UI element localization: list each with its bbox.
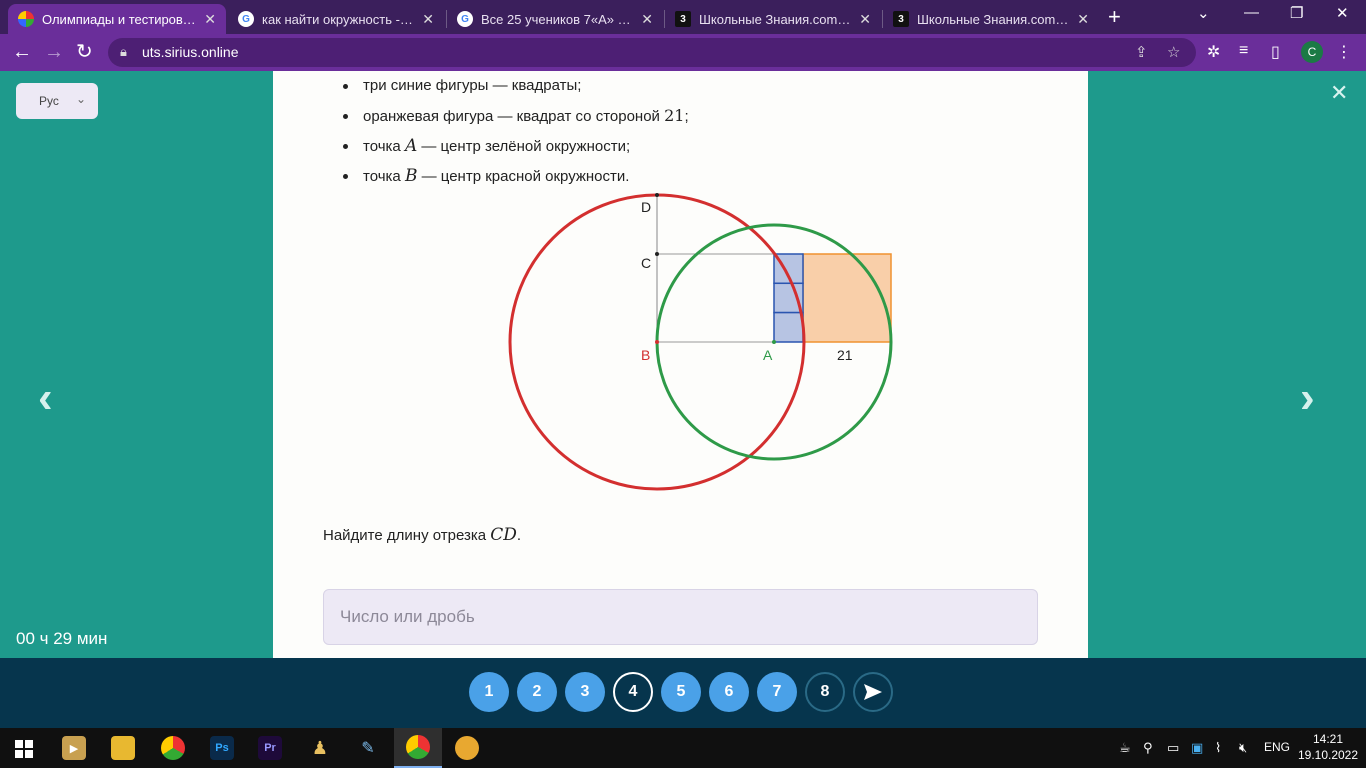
tab-search-chevron-icon[interactable]: ⌄ xyxy=(1197,4,1210,22)
point-a xyxy=(772,340,776,344)
tab-close-icon[interactable]: ✕ xyxy=(1077,11,1089,28)
file-explorer-icon[interactable] xyxy=(111,736,135,760)
side-panel-icon[interactable]: ▯ xyxy=(1271,42,1280,62)
tab-google-students[interactable]: G Все 25 учеников 7«А» класса ✕ xyxy=(447,4,663,34)
question-button-2[interactable]: 2 xyxy=(517,672,557,712)
restore-icon[interactable]: ❐ xyxy=(1290,4,1303,22)
chrome-active-taskbar[interactable] xyxy=(394,728,442,768)
forward-arrow-icon[interactable]: → xyxy=(44,41,64,63)
window-close-icon[interactable]: ✕ xyxy=(1336,4,1349,22)
browser-tab-bar: Олимпиады и тестирования ✕ G как найти о… xyxy=(0,0,1366,34)
question-math: CD xyxy=(490,525,517,545)
tray-network-icon[interactable]: ⚲ xyxy=(1143,740,1153,756)
windows-taskbar: ▶ Ps Pr ♟ ✎ ☕︎ ⚲ ▭ ▣ ⌇ 🔇︎ ENG 14:21 19.1… xyxy=(0,728,1366,768)
language-value: Рус xyxy=(39,94,59,108)
extensions-puzzle-icon[interactable]: ✲ xyxy=(1207,42,1220,62)
question-before: Найдите длину отрезка xyxy=(323,527,491,544)
tray-app-icon[interactable]: ☕︎ xyxy=(1119,740,1131,756)
sirius-icon xyxy=(18,11,34,27)
question-button-5[interactable]: 5 xyxy=(661,672,701,712)
clock-date: 19.10.2022 xyxy=(1297,748,1359,762)
chrome-icon[interactable] xyxy=(161,736,185,760)
tab-close-icon[interactable]: ✕ xyxy=(641,11,653,28)
tab-title: Все 25 учеников 7«А» класса xyxy=(481,11,633,27)
answer-input[interactable] xyxy=(323,589,1038,645)
chrome-menu-icon[interactable]: ⋮ xyxy=(1336,42,1352,62)
blue-square-3 xyxy=(773,311,804,343)
label-d: D xyxy=(641,199,651,215)
tab-znanija-2[interactable]: 3 Школьные Знания.com - Реш ✕ xyxy=(883,4,1099,34)
close-icon[interactable]: ✕ xyxy=(1330,80,1348,106)
photoshop-icon[interactable]: Ps xyxy=(210,736,234,760)
media-queue-icon[interactable]: ≡ xyxy=(1239,42,1248,60)
point-b xyxy=(655,340,659,344)
language-select[interactable]: Рус ⌄ xyxy=(16,83,98,119)
bookmark-star-icon[interactable]: ☆ xyxy=(1167,43,1180,61)
tab-title: Школьные Знания.com - Реш xyxy=(917,11,1069,27)
minimize-icon[interactable]: — xyxy=(1244,4,1259,21)
tray-wifi-icon[interactable]: ⌇ xyxy=(1215,740,1221,756)
tab-znanija-1[interactable]: 3 Школьные Знания.com - Реш ✕ xyxy=(665,4,881,34)
tab-title: Олимпиады и тестирования xyxy=(42,11,197,27)
game-icon[interactable] xyxy=(455,736,479,760)
chess-icon[interactable]: ♟ xyxy=(308,736,332,760)
znanija-icon: 3 xyxy=(893,11,909,27)
question-button-7[interactable]: 7 xyxy=(757,672,797,712)
lock-icon: 🔒︎ xyxy=(120,44,127,59)
share-icon[interactable]: ⇪ xyxy=(1135,43,1148,61)
question-button-8[interactable]: 8 xyxy=(805,672,845,712)
tab-close-icon[interactable]: ✕ xyxy=(422,11,434,28)
taskbar-clock[interactable]: 14:21 19.10.2022 xyxy=(1296,731,1360,763)
tray-display-icon[interactable]: ▭ xyxy=(1167,740,1179,756)
tray-cloud-icon[interactable]: ▣ xyxy=(1191,740,1203,756)
label-b: B xyxy=(641,347,650,363)
label-a: A xyxy=(763,347,773,363)
submit-button[interactable] xyxy=(853,672,893,712)
tab-title: Школьные Знания.com - Реш xyxy=(699,11,851,27)
question-button-4[interactable]: 4 xyxy=(613,672,653,712)
url-text: uts.sirius.online xyxy=(142,44,239,60)
question-button-6[interactable]: 6 xyxy=(709,672,749,712)
send-icon xyxy=(864,684,882,700)
question-text: Найдите длину отрезка CD. xyxy=(323,525,521,545)
next-question-arrow-icon[interactable]: › xyxy=(1300,376,1315,420)
tray-volume-muted-icon[interactable]: 🔇︎ xyxy=(1239,740,1247,756)
question-after: . xyxy=(516,527,522,544)
back-arrow-icon[interactable]: ← xyxy=(12,41,32,63)
chrome-icon xyxy=(406,735,430,759)
geometry-figure: D C B A 21 xyxy=(508,193,893,491)
google-icon: G xyxy=(457,11,473,27)
znanija-icon: 3 xyxy=(675,11,691,27)
prev-question-arrow-icon[interactable]: ‹ xyxy=(38,376,53,420)
profile-avatar[interactable]: C xyxy=(1301,41,1323,63)
question-navigation: 1 2 3 4 5 6 7 8 xyxy=(0,658,1366,728)
tab-close-icon[interactable]: ✕ xyxy=(204,11,216,28)
label-side-length: 21 xyxy=(837,347,853,363)
task-card: три синие фигуры — квадраты; оранжевая ф… xyxy=(273,71,1088,658)
google-icon: G xyxy=(238,11,254,27)
label-c: C xyxy=(641,255,651,271)
question-button-3[interactable]: 3 xyxy=(565,672,605,712)
premiere-icon[interactable]: Pr xyxy=(258,736,282,760)
point-c xyxy=(655,252,659,256)
reload-icon[interactable]: ↻ xyxy=(76,41,93,63)
new-tab-plus-icon[interactable]: + xyxy=(1108,6,1121,28)
chevron-down-icon: ⌄ xyxy=(75,92,86,106)
windows-start-icon[interactable] xyxy=(15,740,33,758)
media-player-icon[interactable]: ▶ xyxy=(62,736,86,760)
paint-icon[interactable]: ✎ xyxy=(356,736,380,760)
tab-title: как найти окружность - Поиск xyxy=(262,11,414,27)
question-button-1[interactable]: 1 xyxy=(469,672,509,712)
orange-square xyxy=(803,254,891,342)
address-bar[interactable]: 🔒︎ uts.sirius.online ⇪ ☆ xyxy=(108,38,1196,67)
tray-language[interactable]: ENG xyxy=(1264,740,1290,754)
tab-sirius[interactable]: Олимпиады и тестирования ✕ xyxy=(8,4,226,34)
tab-close-icon[interactable]: ✕ xyxy=(859,11,871,28)
tab-google-search[interactable]: G как найти окружность - Поиск ✕ xyxy=(228,4,444,34)
timer: 00 ч 29 мин xyxy=(16,629,108,648)
browser-toolbar: ← → ↻ 🔒︎ uts.sirius.online ⇪ ☆ ✲ ≡ ▯ ⋮ xyxy=(0,34,1366,71)
clock-time: 14:21 xyxy=(1312,732,1344,746)
point-d xyxy=(655,193,659,197)
